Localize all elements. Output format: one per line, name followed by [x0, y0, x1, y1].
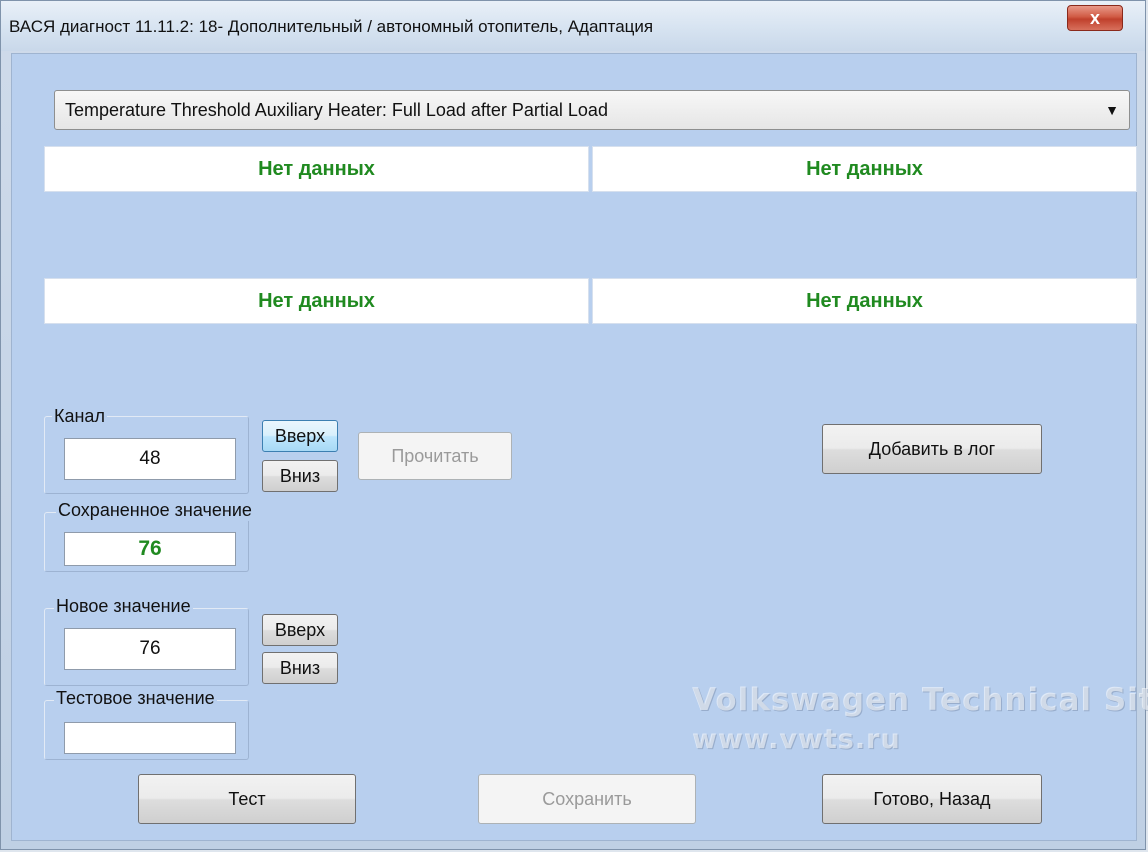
test-button[interactable]: Тест — [138, 774, 356, 824]
data-panel-4: Нет данных — [592, 278, 1137, 324]
save-button[interactable]: Сохранить — [478, 774, 696, 824]
new-value-down-button[interactable]: Вниз — [262, 652, 338, 684]
data-panel-3: Нет данных — [44, 278, 589, 324]
channel-up-button[interactable]: Вверх — [262, 420, 338, 452]
test-value-field — [64, 722, 236, 754]
watermark-site-name: Volkswagen Technical Site — [692, 682, 1148, 718]
dropdown-selected-value: Temperature Threshold Auxiliary Heater: … — [65, 100, 608, 120]
channel-label: Канал — [52, 406, 107, 427]
title-bar[interactable]: ВАСЯ диагност 11.11.2: 18- Дополнительны… — [1, 1, 1145, 51]
done-back-button[interactable]: Готово, Назад — [822, 774, 1042, 824]
data-panel-2: Нет данных — [592, 146, 1137, 192]
measurement-dropdown[interactable]: Temperature Threshold Auxiliary Heater: … — [54, 90, 1130, 130]
client-area: Temperature Threshold Auxiliary Heater: … — [11, 53, 1148, 841]
add-to-log-button[interactable]: Добавить в лог — [822, 424, 1042, 474]
channel-down-button[interactable]: Вниз — [262, 460, 338, 492]
test-value-label: Тестовое значение — [54, 688, 217, 709]
close-button[interactable]: x — [1067, 5, 1123, 31]
stored-value-label: Сохраненное значение — [56, 500, 254, 521]
watermark-url: www.vwts.ru — [692, 724, 901, 755]
data-panel-1: Нет данных — [44, 146, 589, 192]
new-value-up-button[interactable]: Вверх — [262, 614, 338, 646]
new-value-input[interactable]: 76 — [64, 628, 236, 670]
stored-value-field: 76 — [64, 532, 236, 566]
dropdown-arrow-icon: ▼ — [1105, 102, 1119, 118]
channel-input[interactable]: 48 — [64, 438, 236, 480]
new-value-label: Новое значение — [54, 596, 193, 617]
read-button[interactable]: Прочитать — [358, 432, 512, 480]
main-window: ВАСЯ диагност 11.11.2: 18- Дополнительны… — [0, 0, 1148, 850]
window-title: ВАСЯ диагност 11.11.2: 18- Дополнительны… — [9, 17, 654, 36]
